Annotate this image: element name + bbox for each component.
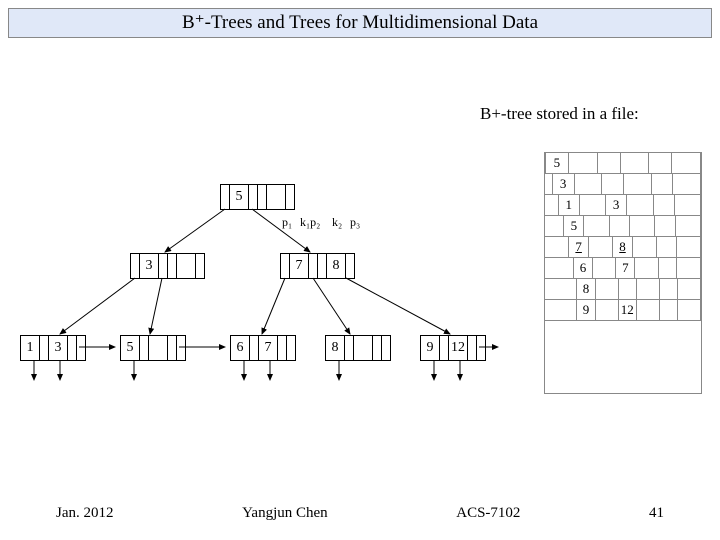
footer-date: Jan. 2012 [56,505,114,522]
tree-leaf: 5 [120,335,186,361]
footer-course: ACS-7102 [456,505,520,522]
tree-leaf: 13 [20,335,86,361]
tree-internal: 78 [280,253,355,279]
footer: Jan. 2012 Yangjun Chen ACS-7102 41 [0,505,720,522]
ptr-label: k₂ [332,215,342,230]
footer-page: 41 [649,505,664,522]
tree-internal: 3 [130,253,205,279]
tree-leaf: 67 [230,335,296,361]
tree-root: 5 [220,184,295,210]
ptr-label: k₁p₂ [300,215,320,230]
tree-leaf: 912 [420,335,486,361]
page-title: B⁺-Trees and Trees for Multidimensional … [8,8,712,38]
ptr-label: p₃ [350,215,360,230]
footer-author: Yangjun Chen [242,505,328,522]
caption: B+-tree stored in a file: [480,104,639,124]
file-table: 53135 78678912 [544,152,702,394]
ptr-label: p₁ [282,215,292,230]
tree-leaf: 8 [325,335,391,361]
